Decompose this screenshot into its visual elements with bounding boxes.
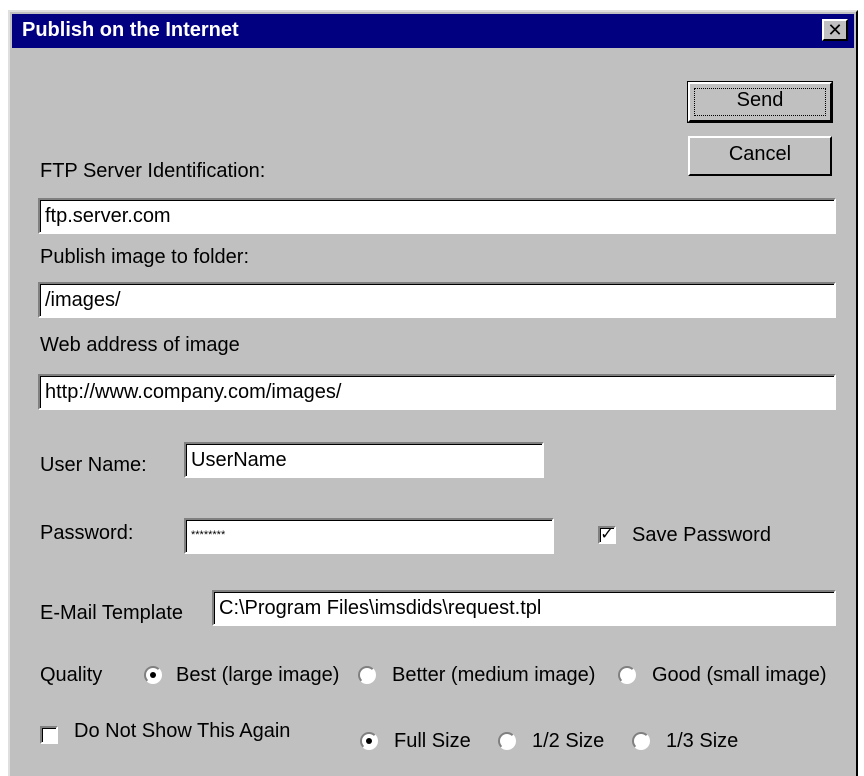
quality-best-radio[interactable] [144, 666, 162, 684]
publish-folder-label: Publish image to folder: [40, 246, 250, 268]
ftp-server-label: FTP Server Identification: [40, 160, 266, 182]
size-full-radio[interactable] [360, 732, 378, 750]
radio-selected-dot [366, 738, 372, 744]
size-full-label: Full Size [394, 730, 471, 752]
user-name-label: User Name: [40, 454, 147, 476]
quality-best-label: Best (large image) [176, 664, 340, 686]
email-template-label: E-Mail Template [40, 602, 184, 624]
password-label: Password: [40, 522, 134, 544]
quality-better-radio[interactable] [358, 666, 376, 684]
web-address-input[interactable]: http://www.company.com/images/ [38, 374, 836, 410]
publish-folder-input[interactable]: /images/ [38, 282, 836, 318]
cancel-button[interactable]: Cancel [688, 136, 832, 176]
send-button-label: Send [736, 89, 784, 111]
quality-label: Quality [40, 664, 103, 686]
user-name-input[interactable]: UserName [184, 442, 544, 478]
cancel-button-label: Cancel [728, 143, 792, 165]
send-button[interactable]: Send [687, 81, 833, 123]
radio-selected-dot [150, 672, 156, 678]
email-template-input[interactable]: C:\Program Files\imsdids\request.tpl [212, 590, 836, 626]
size-third-label: 1/3 Size [666, 730, 739, 752]
size-half-radio[interactable] [498, 732, 516, 750]
save-password-label: Save Password [632, 524, 771, 546]
do-not-show-checkbox[interactable] [40, 726, 58, 744]
window-title: Publish on the Internet [22, 19, 239, 41]
quality-good-radio[interactable] [618, 666, 636, 684]
save-password-checkbox[interactable]: ✓ [598, 526, 616, 544]
close-icon[interactable]: ✕ [822, 19, 848, 41]
quality-better-label: Better (medium image) [392, 664, 596, 686]
password-input[interactable]: ******** [184, 518, 554, 554]
publish-dialog: Publish on the Internet ✕ Send Cancel FT… [8, 10, 858, 776]
title-bar: Publish on the Internet ✕ [12, 14, 854, 48]
size-half-label: 1/2 Size [532, 730, 605, 752]
quality-good-label: Good (small image) [652, 664, 827, 686]
ftp-server-input[interactable]: ftp.server.com [38, 198, 836, 234]
do-not-show-label: Do Not Show This Again [74, 720, 291, 742]
web-address-label: Web address of image [40, 334, 240, 356]
size-third-radio[interactable] [632, 732, 650, 750]
